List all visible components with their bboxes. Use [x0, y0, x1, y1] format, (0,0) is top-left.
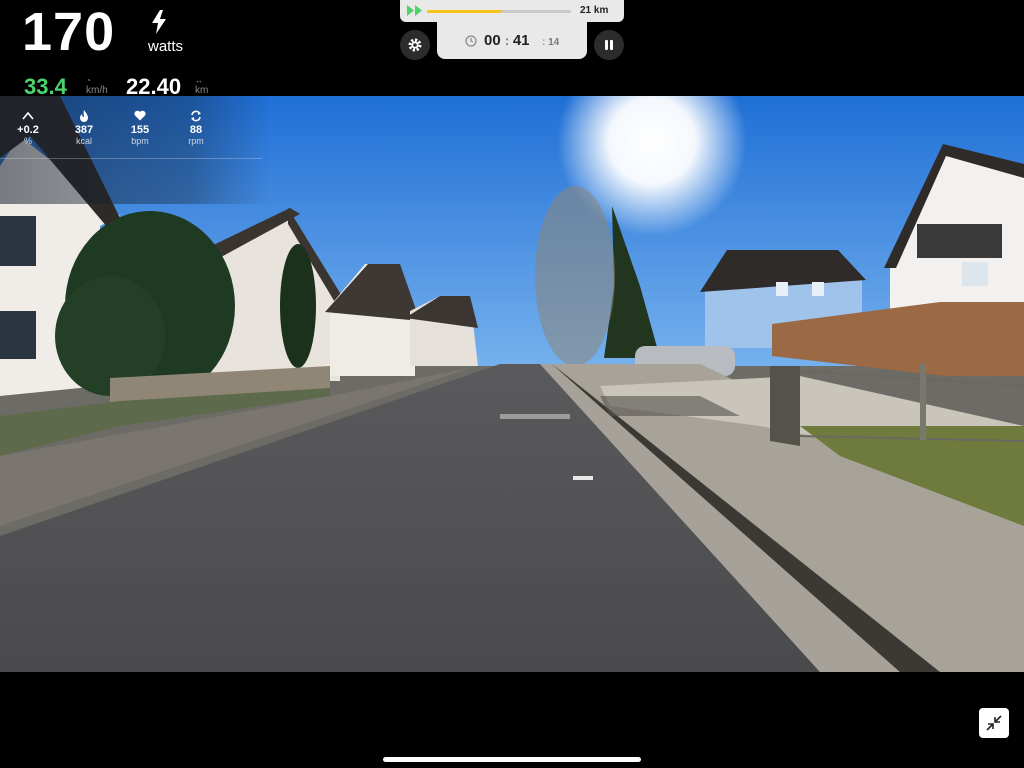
heart-rate-value: 155: [130, 124, 150, 136]
power-value: 170: [22, 2, 116, 62]
calories-unit: kcal: [75, 136, 92, 146]
stat-heart-rate: 155 bpm: [120, 110, 160, 146]
calories-value: 387: [74, 124, 94, 136]
minimize-arrows-icon: [986, 715, 1002, 731]
incline-icon: [22, 111, 34, 120]
pause-button[interactable]: [594, 30, 624, 60]
pause-icon: [605, 40, 613, 50]
stat-incline: +0.2 %: [8, 110, 48, 146]
clock-icon: [465, 35, 477, 47]
stat-cadence: 88 rpm: [176, 110, 216, 146]
lightning-bolt-icon: [152, 10, 166, 34]
gear-icon: [408, 38, 422, 52]
fast-forward-icon: [407, 5, 422, 16]
minimize-button[interactable]: [979, 708, 1009, 738]
timer-seconds-wrap: : 14: [542, 37, 560, 48]
timer-minutes: 41: [512, 32, 530, 49]
settings-button[interactable]: [400, 30, 430, 60]
heart-icon: [134, 110, 146, 121]
speed-unit: ◔ km/h: [86, 76, 108, 96]
cadence-icon: [191, 110, 201, 122]
speed-unit-label: km/h: [86, 85, 108, 96]
incline-unit: %: [23, 136, 32, 146]
incline-value: +0.2: [17, 124, 39, 136]
route-total-distance: 21 km: [580, 5, 609, 16]
heart-rate-unit: bpm: [131, 136, 149, 146]
timer-seconds: 14: [548, 37, 560, 48]
route-progress-bar: [427, 10, 571, 13]
elapsed-time: 00 : 41: [484, 32, 530, 49]
distance-unit: ↔ km: [195, 76, 208, 96]
stats-divider: [0, 158, 262, 159]
distance-unit-label: km: [195, 85, 209, 96]
cadence-unit: rpm: [188, 136, 204, 146]
power-unit: watts: [148, 38, 184, 55]
home-indicator[interactable]: [383, 757, 641, 762]
route-progress-fill: [427, 10, 502, 13]
flame-icon: [80, 110, 88, 122]
cadence-value: 88: [189, 124, 203, 136]
stat-calories: 387 kcal: [64, 110, 104, 146]
timer-hours: 00: [484, 32, 501, 49]
